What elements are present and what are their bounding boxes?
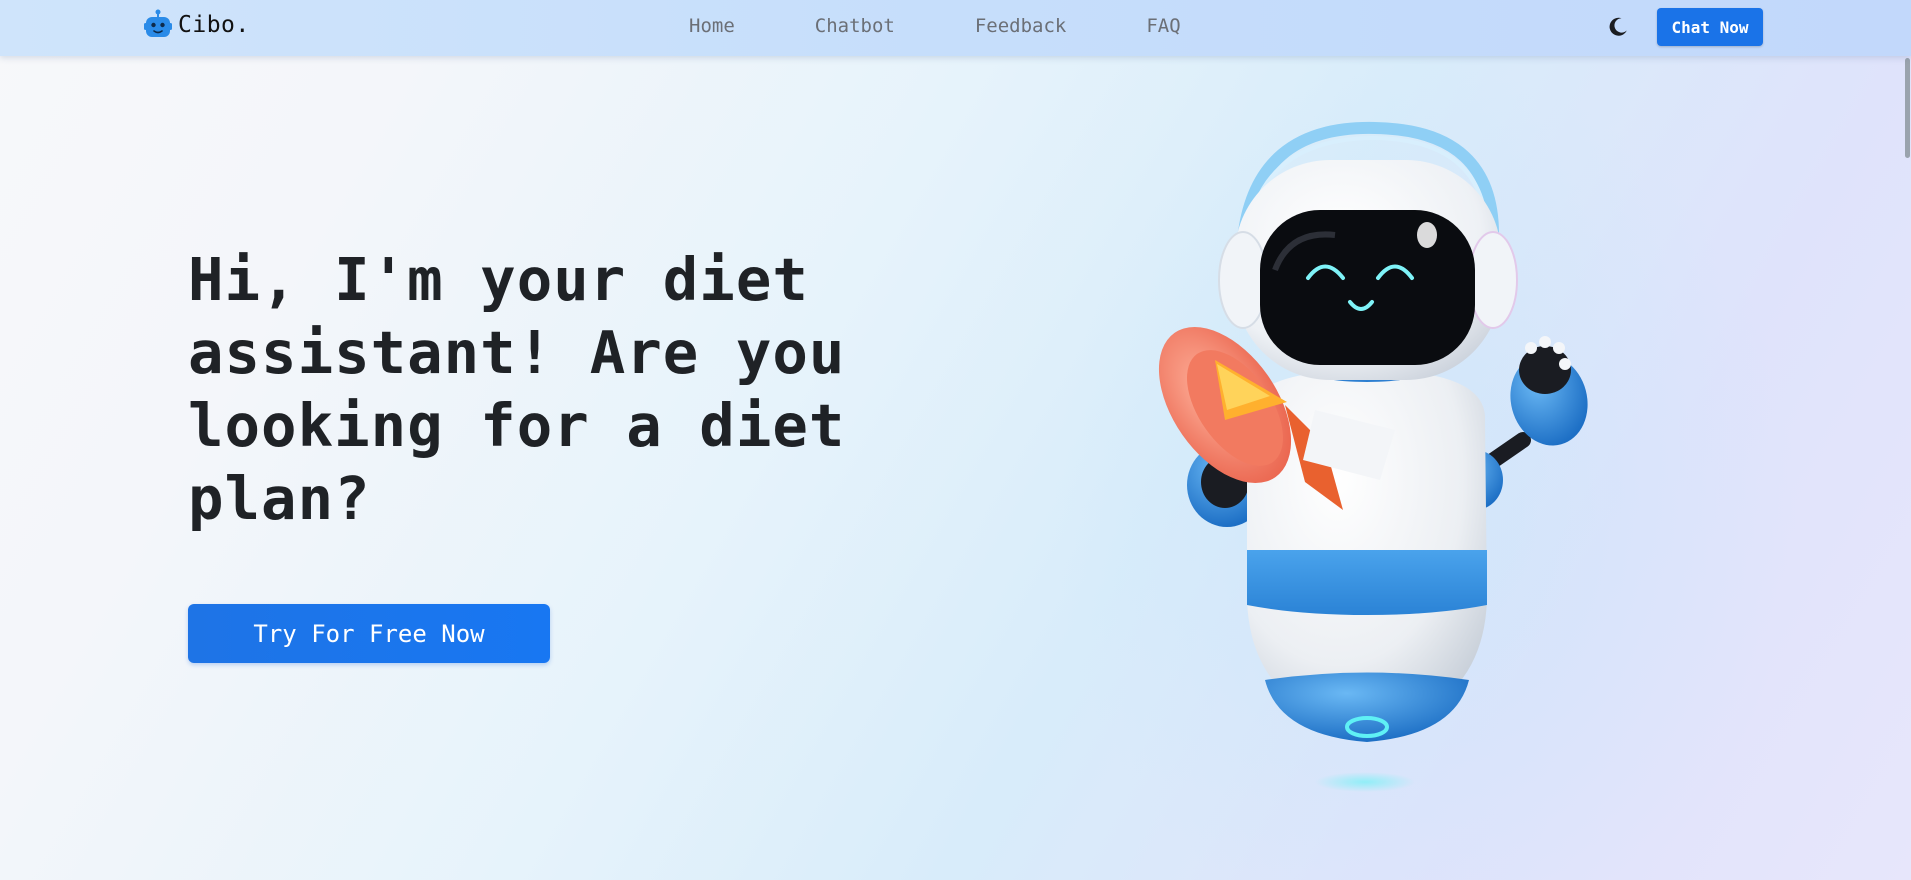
robot-with-megaphone-illustration (1158, 121, 1588, 792)
moon-icon[interactable] (1606, 15, 1630, 39)
nav-link-faq[interactable]: FAQ (1146, 15, 1180, 37)
brand-name: Cibo. (178, 12, 250, 38)
hero-title: Hi, I'm your diet assistant! Are you loo… (188, 245, 846, 533)
brand[interactable]: Cibo. (144, 9, 250, 41)
nav-link-feedback[interactable]: Feedback (975, 15, 1067, 37)
nav-link-chatbot[interactable]: Chatbot (815, 15, 895, 37)
robot-logo-icon (144, 9, 172, 37)
scrollbar[interactable] (1903, 56, 1911, 880)
scrollbar-thumb[interactable] (1905, 58, 1910, 158)
chat-now-button[interactable]: Chat Now (1657, 8, 1763, 46)
navbar: Cibo. Home Chatbot Feedback FAQ Chat Now (0, 0, 1911, 56)
nav-link-home[interactable]: Home (689, 15, 735, 37)
try-for-free-button[interactable]: Try For Free Now (188, 604, 550, 663)
nav-links: Home Chatbot Feedback FAQ (689, 15, 1261, 37)
